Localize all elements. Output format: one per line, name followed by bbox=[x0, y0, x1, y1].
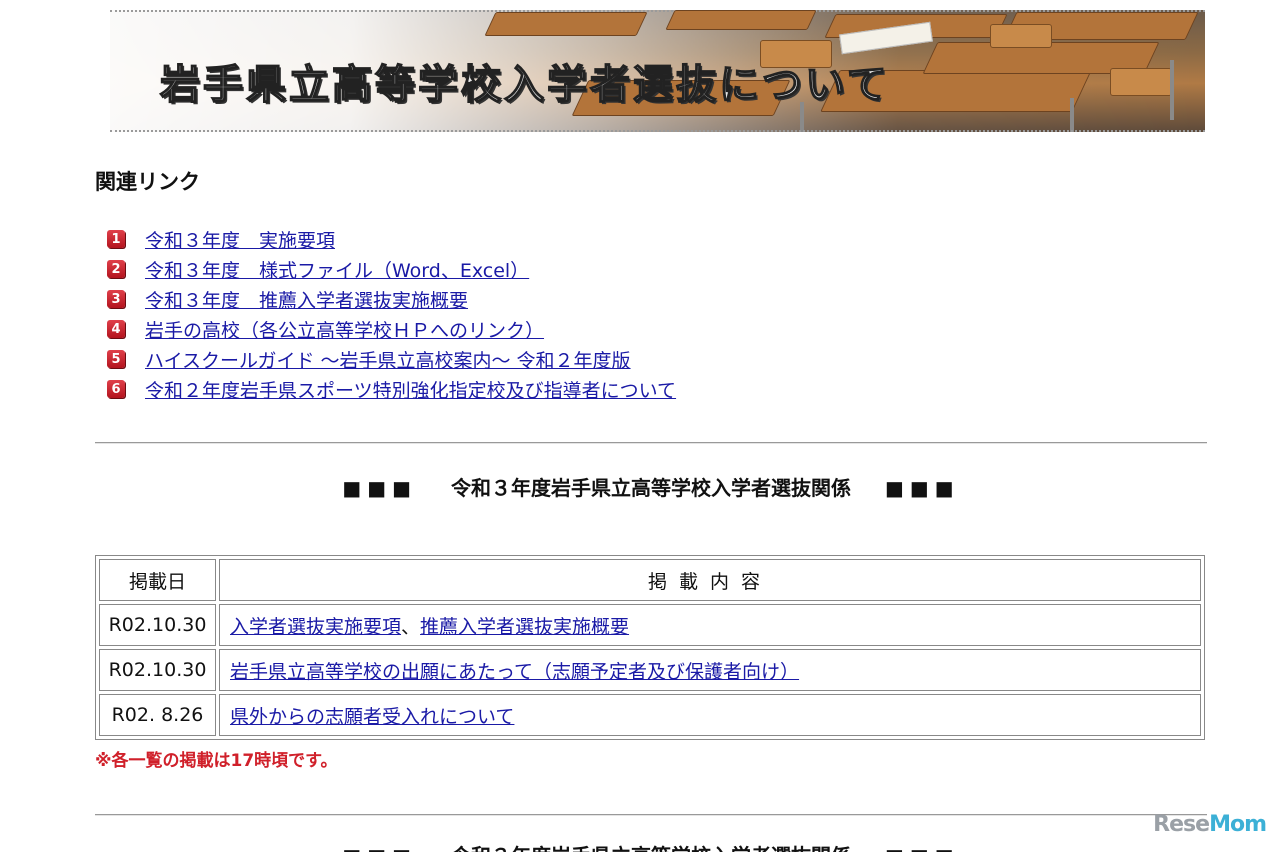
number-2-icon: 2 bbox=[107, 260, 125, 278]
banner-desk bbox=[665, 10, 817, 30]
table-header-row: 掲載日 掲載内容 bbox=[99, 559, 1201, 601]
section-heading: ■■■ 令和３年度岩手県立高等学校入学者選抜関係 ■■■ bbox=[95, 840, 1207, 852]
table-row: R02.10.30 入学者選抜実施要項、推薦入学者選抜実施概要 bbox=[99, 604, 1201, 646]
date-cell: R02.10.30 bbox=[99, 649, 216, 691]
number-3-icon: 3 bbox=[107, 290, 125, 308]
page: 岩手県立高等学校入学者選抜について 関連リンク 1 令和３年度 実施要項 2 令… bbox=[0, 0, 1280, 852]
related-links-heading: 関連リンク bbox=[95, 170, 200, 194]
related-link[interactable]: 令和２年度岩手県スポーツ特別強化指定校及び指導者について bbox=[145, 376, 676, 403]
related-link[interactable]: 令和３年度 実施要項 bbox=[145, 226, 335, 253]
number-4-icon: 4 bbox=[107, 320, 125, 338]
banner-chair bbox=[1110, 68, 1172, 96]
section-heading: ■■■ 令和３年度岩手県立高等学校入学者選抜関係 ■■■ bbox=[95, 472, 1207, 501]
related-link-item: 3 令和３年度 推薦入学者選抜実施概要 bbox=[107, 284, 676, 314]
number-6-icon: 6 bbox=[107, 380, 125, 398]
content-cell: 県外からの志願者受入れについて bbox=[219, 694, 1201, 736]
related-link[interactable]: 令和３年度 様式ファイル（Word、Excel） bbox=[145, 256, 529, 283]
banner-desk bbox=[484, 12, 648, 36]
banner-desk-leg bbox=[1170, 60, 1174, 120]
content-column-header: 掲載内容 bbox=[219, 559, 1201, 601]
table-row: R02. 8.26 県外からの志願者受入れについて bbox=[99, 694, 1201, 736]
related-link-item: 4 岩手の高校（各公立高等学校ＨＰへのリンク） bbox=[107, 314, 676, 344]
content-cell: 岩手県立高等学校の出願にあたって（志願予定者及び保護者向け） bbox=[219, 649, 1201, 691]
number-5-icon: 5 bbox=[107, 350, 125, 368]
date-cell: R02.10.30 bbox=[99, 604, 216, 646]
section-title: 令和３年度岩手県立高等学校入学者選抜関係 bbox=[451, 844, 851, 852]
related-link-item: 1 令和３年度 実施要項 bbox=[107, 224, 676, 254]
related-link-item: 5 ハイスクールガイド ～岩手県立高校案内～ 令和２年度版 bbox=[107, 344, 676, 374]
related-link[interactable]: 岩手の高校（各公立高等学校ＨＰへのリンク） bbox=[145, 316, 544, 343]
related-link[interactable]: ハイスクールガイド ～岩手県立高校案内～ 令和２年度版 bbox=[145, 346, 631, 373]
related-link-item: 6 令和２年度岩手県スポーツ特別強化指定校及び指導者について bbox=[107, 374, 676, 404]
divider bbox=[95, 442, 1207, 444]
banner-chair bbox=[990, 24, 1052, 48]
square-bullets: ■■■ bbox=[884, 476, 960, 500]
number-1-icon: 1 bbox=[107, 230, 125, 248]
header-banner: 岩手県立高等学校入学者選抜について bbox=[110, 10, 1205, 132]
resemom-logo: ReseMom bbox=[1153, 812, 1267, 837]
date-cell: R02. 8.26 bbox=[99, 694, 216, 736]
separator: 、 bbox=[401, 615, 421, 638]
banner-desk-leg bbox=[1070, 98, 1074, 132]
content-link[interactable]: 入学者選抜実施要項 bbox=[230, 616, 401, 638]
square-bullets: ■■■ bbox=[885, 844, 960, 852]
related-link-item: 2 令和３年度 様式ファイル（Word、Excel） bbox=[107, 254, 676, 284]
square-bullets: ■■■ bbox=[342, 844, 417, 852]
content-link[interactable]: 推薦入学者選抜実施概要 bbox=[420, 616, 629, 638]
square-bullets: ■■■ bbox=[342, 476, 418, 500]
table-row: R02.10.30 岩手県立高等学校の出願にあたって（志願予定者及び保護者向け） bbox=[99, 649, 1201, 691]
content-cell: 入学者選抜実施要項、推薦入学者選抜実施概要 bbox=[219, 604, 1201, 646]
banner-title: 岩手県立高等学校入学者選抜について bbox=[159, 61, 890, 109]
news-table: 掲載日 掲載内容 R02.10.30 入学者選抜実施要項、推薦入学者選抜実施概要… bbox=[95, 555, 1205, 740]
content-link[interactable]: 県外からの志願者受入れについて bbox=[230, 706, 514, 728]
posting-time-note: ※各一覧の掲載は17時頃です。 bbox=[95, 751, 338, 771]
content-link[interactable]: 岩手県立高等学校の出願にあたって（志願予定者及び保護者向け） bbox=[230, 661, 799, 683]
related-link[interactable]: 令和３年度 推薦入学者選抜実施概要 bbox=[145, 286, 468, 313]
banner-dotted-border-bottom bbox=[110, 130, 1205, 132]
section-title: 令和３年度岩手県立高等学校入学者選抜関係 bbox=[451, 476, 851, 500]
related-links-list: 1 令和３年度 実施要項 2 令和３年度 様式ファイル（Word、Excel） … bbox=[107, 224, 676, 404]
divider bbox=[95, 814, 1207, 816]
date-column-header: 掲載日 bbox=[99, 559, 216, 601]
